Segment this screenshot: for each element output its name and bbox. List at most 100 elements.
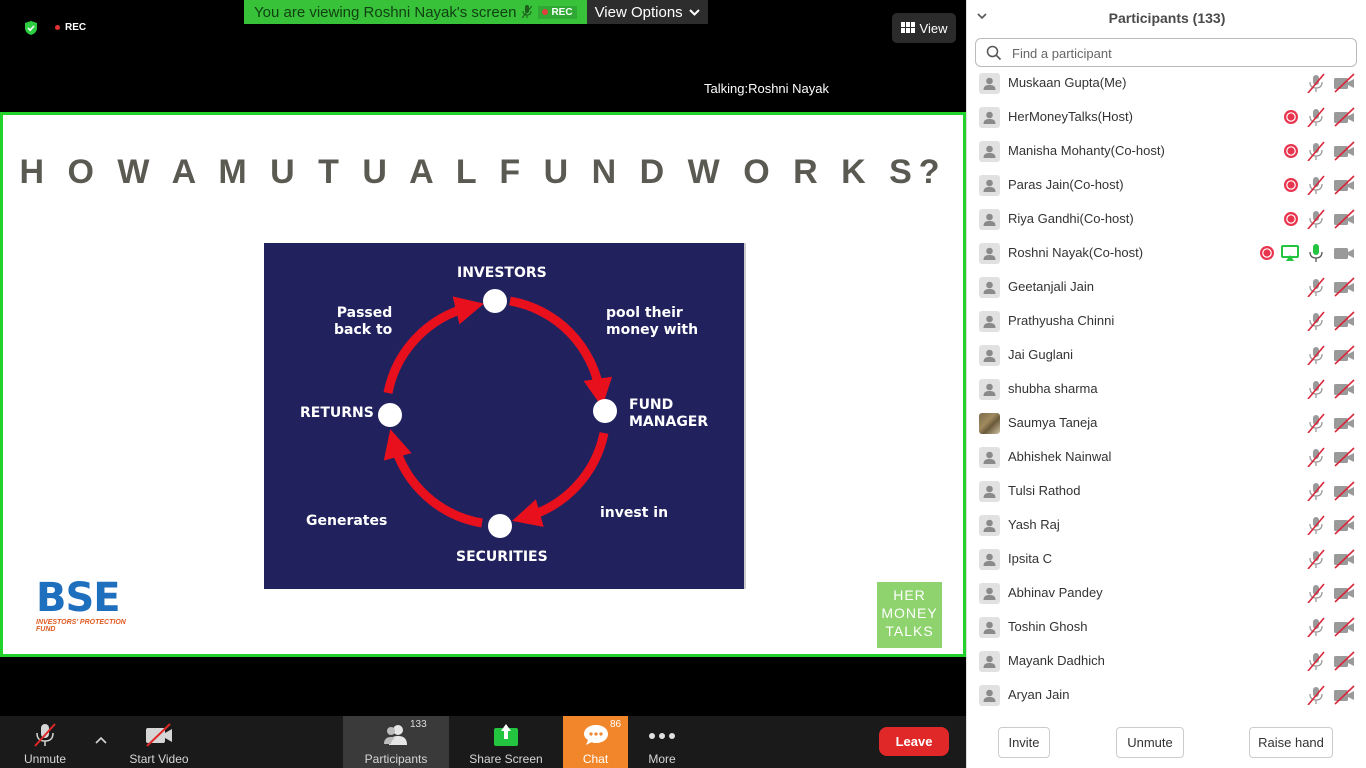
chat-count: 86 <box>610 719 622 730</box>
mic-muted-icon[interactable] <box>1305 209 1327 229</box>
mic-muted-icon[interactable] <box>1305 175 1327 195</box>
video-off-icon[interactable] <box>1333 209 1355 229</box>
mic-muted-icon[interactable] <box>1305 447 1327 467</box>
participant-row[interactable]: Prathyusha Chinni <box>967 304 1366 338</box>
mic-muted-icon[interactable] <box>1305 583 1327 603</box>
mic-muted-icon[interactable] <box>1305 277 1327 297</box>
participant-row[interactable]: HerMoneyTalks(Host) <box>967 100 1366 134</box>
avatar <box>979 277 1000 298</box>
participant-status-icons <box>1305 277 1355 297</box>
video-off-icon[interactable] <box>1333 413 1355 433</box>
participant-row[interactable]: Ipsita C <box>967 542 1366 576</box>
video-on-icon[interactable] <box>1333 243 1355 263</box>
participants-button[interactable]: 133 Participants <box>343 716 449 768</box>
video-off-icon[interactable] <box>1333 549 1355 569</box>
shared-screen[interactable]: H O W A M U T U A L F U N D W O R K S? I… <box>0 112 966 657</box>
default-avatar-icon <box>983 77 996 90</box>
mic-muted-icon[interactable] <box>1305 685 1327 705</box>
avatar <box>979 413 1000 434</box>
participant-status-icons <box>1305 583 1355 603</box>
mic-muted-icon[interactable] <box>1305 481 1327 501</box>
more-button[interactable]: More <box>637 716 687 768</box>
mic-active-icon[interactable] <box>1305 243 1327 263</box>
share-screen-button[interactable]: Share Screen <box>463 716 549 768</box>
mic-muted-icon[interactable] <box>1305 311 1327 331</box>
video-off-icon[interactable] <box>1333 345 1355 365</box>
mic-muted-icon[interactable] <box>1305 107 1327 127</box>
mic-muted-icon[interactable] <box>1305 651 1327 671</box>
mic-muted-icon[interactable] <box>1305 379 1327 399</box>
participant-search[interactable] <box>975 38 1357 67</box>
participant-row[interactable]: Jai Guglani <box>967 338 1366 372</box>
node-securities <box>488 514 512 538</box>
participant-row[interactable]: Saumya Taneja <box>967 406 1366 440</box>
unmute-button[interactable]: Unmute <box>12 716 78 768</box>
participant-row[interactable]: Mayank Dadhich <box>967 644 1366 678</box>
video-off-icon[interactable] <box>1333 481 1355 501</box>
leave-button[interactable]: Leave <box>879 727 949 756</box>
mic-muted-icon[interactable] <box>1305 345 1327 365</box>
mic-muted-icon[interactable] <box>1305 617 1327 637</box>
video-off-icon[interactable] <box>1333 141 1355 161</box>
video-off-icon[interactable] <box>1333 311 1355 331</box>
participant-row[interactable]: Riya Gandhi(Co-host) <box>967 202 1366 236</box>
video-off-icon[interactable] <box>1333 447 1355 467</box>
recording-icon[interactable] <box>1259 245 1275 261</box>
participant-row[interactable]: Manisha Mohanty(Co-host) <box>967 134 1366 168</box>
mic-muted-icon[interactable] <box>1305 413 1327 433</box>
screen-sharing-icon[interactable] <box>1281 244 1299 262</box>
video-off-icon[interactable] <box>1333 107 1355 127</box>
mic-muted-icon[interactable] <box>1305 141 1327 161</box>
participant-row[interactable]: Muskaan Gupta(Me) <box>967 66 1366 100</box>
recording-icon[interactable] <box>1283 109 1299 125</box>
default-avatar-icon <box>983 145 996 158</box>
participant-row[interactable]: Paras Jain(Co-host) <box>967 168 1366 202</box>
mic-muted-icon[interactable] <box>1305 73 1327 93</box>
chat-button[interactable]: 86 Chat <box>563 716 628 768</box>
invite-button[interactable]: Invite <box>998 727 1050 758</box>
participant-row[interactable]: Toshin Ghosh <box>967 610 1366 644</box>
recording-icon[interactable] <box>1283 177 1299 193</box>
default-avatar-icon <box>983 281 996 294</box>
participant-row[interactable]: Tulsi Rathod <box>967 474 1366 508</box>
video-off-icon[interactable] <box>1333 515 1355 535</box>
start-video-button[interactable]: Start Video <box>122 716 196 768</box>
encryption-shield-icon[interactable] <box>24 21 38 35</box>
participant-row[interactable]: Abhinav Pandey <box>967 576 1366 610</box>
mic-muted-icon[interactable] <box>1305 549 1327 569</box>
participant-status-icons <box>1305 311 1355 331</box>
participant-row[interactable]: Roshni Nayak(Co-host) <box>967 236 1366 270</box>
recording-icon[interactable] <box>1283 143 1299 159</box>
video-off-icon[interactable] <box>1333 617 1355 637</box>
video-off-icon[interactable] <box>1333 651 1355 671</box>
video-off-icon[interactable] <box>1333 685 1355 705</box>
mic-muted-icon[interactable] <box>1305 515 1327 535</box>
participant-name: Yash Raj <box>1008 517 1060 532</box>
raise-hand-button[interactable]: Raise hand <box>1249 727 1333 758</box>
more-label: More <box>648 752 676 766</box>
video-off-icon[interactable] <box>1333 583 1355 603</box>
video-off-icon[interactable] <box>1333 73 1355 93</box>
participant-row[interactable]: Abhishek Nainwal <box>967 440 1366 474</box>
video-off-icon[interactable] <box>1333 379 1355 399</box>
node-returns <box>378 403 402 427</box>
avatar <box>979 447 1000 468</box>
participant-row[interactable]: Yash Raj <box>967 508 1366 542</box>
participant-row[interactable]: Aryan Jain <box>967 678 1366 712</box>
view-layout-button[interactable]: View <box>892 13 956 43</box>
participant-row[interactable]: shubha sharma <box>967 372 1366 406</box>
video-off-icon[interactable] <box>1333 175 1355 195</box>
muted-mic-icon <box>522 5 533 19</box>
recording-icon[interactable] <box>1283 211 1299 227</box>
audio-options-chevron-up-icon[interactable] <box>94 734 108 748</box>
default-avatar-icon <box>983 519 996 532</box>
video-off-icon[interactable] <box>1333 277 1355 297</box>
unmute-panel-button[interactable]: Unmute <box>1116 727 1184 758</box>
default-avatar-icon <box>983 655 996 668</box>
participant-row[interactable]: Geetanjali Jain <box>967 270 1366 304</box>
start-video-label: Start Video <box>129 752 189 766</box>
participant-name: Saumya Taneja <box>1008 415 1098 430</box>
participant-name: Abhinav Pandey <box>1008 585 1103 600</box>
participant-search-input[interactable] <box>1012 43 1342 63</box>
view-options-button[interactable]: View Options <box>586 0 708 24</box>
